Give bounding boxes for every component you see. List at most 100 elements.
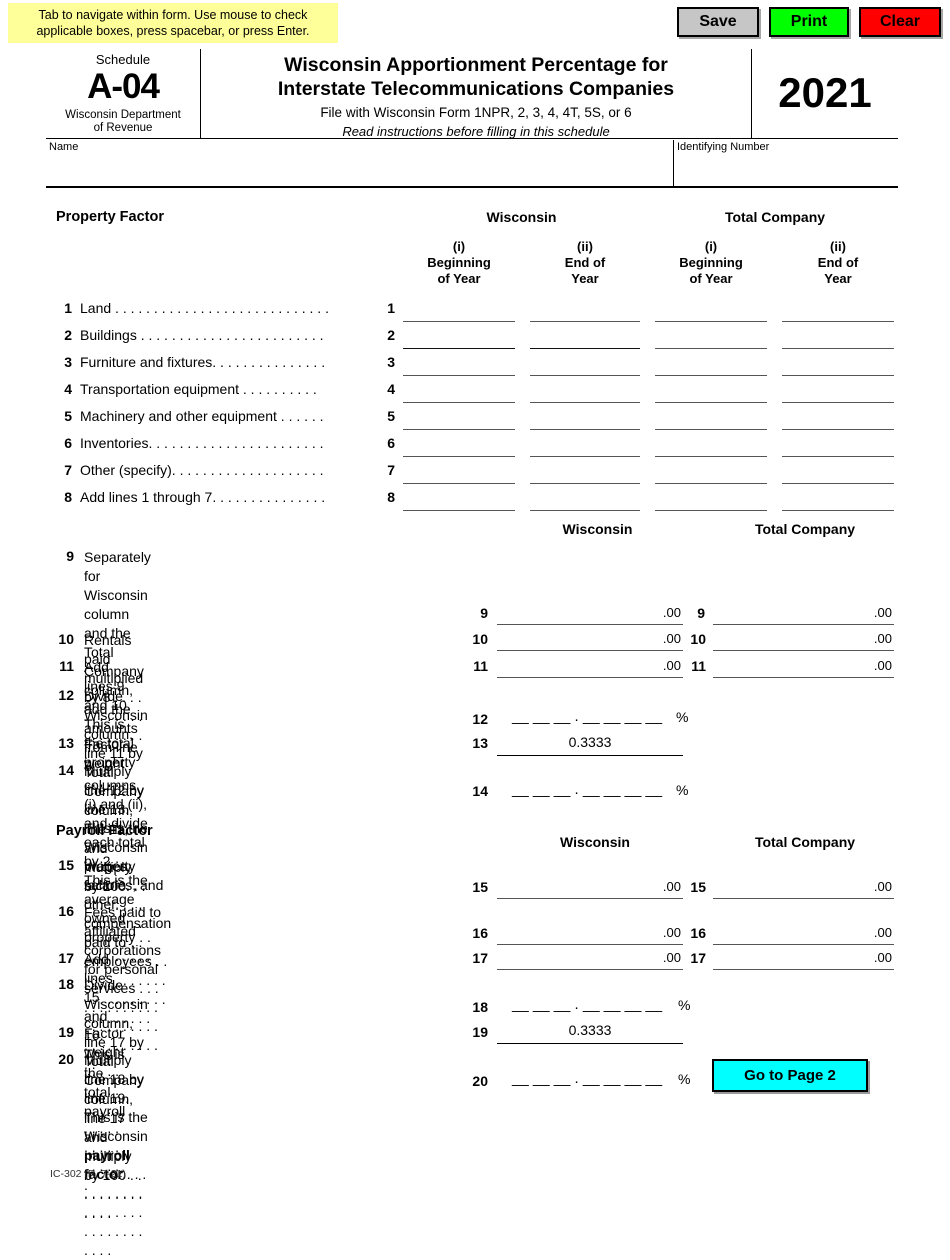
line-15-total-company-cell[interactable]: .00	[713, 876, 894, 899]
line-7-wi-end-input[interactable]	[530, 462, 640, 483]
line-4-tc-end-input[interactable]	[782, 381, 894, 402]
line-2-wi-end-input[interactable]	[530, 327, 640, 348]
line-4-tc-begin-cell[interactable]	[655, 381, 767, 403]
line-4-tc-begin-input[interactable]	[655, 381, 767, 402]
line-1-tc-begin-cell[interactable]	[655, 300, 767, 322]
line-3-tc-end-cell[interactable]	[782, 354, 894, 376]
line-4-wi-begin-input[interactable]	[403, 381, 515, 402]
line-1-tc-begin-input[interactable]	[655, 300, 767, 321]
line-5-tc-end-cell[interactable]	[782, 408, 894, 430]
line-5-tc-begin-cell[interactable]	[655, 408, 767, 430]
line-6-tc-begin-input[interactable]	[655, 435, 767, 456]
line-8-wi-begin-input[interactable]	[403, 489, 515, 510]
line-7-wi-end-cell[interactable]	[530, 462, 640, 484]
line-4-wi-begin-cell[interactable]	[403, 381, 515, 403]
line-4-tc-end-cell[interactable]	[782, 381, 894, 403]
line-1-tc-end-cell[interactable]	[782, 300, 894, 322]
name-input[interactable]	[49, 162, 668, 186]
line-11-wisconsin-cell[interactable]: .00	[497, 655, 683, 678]
line-2-wi-begin-cell[interactable]	[403, 327, 515, 349]
line-17-total-company-cell[interactable]: .00	[713, 947, 894, 970]
line-10-wisconsin-cell[interactable]: .00	[497, 628, 683, 651]
line-3-tc-begin-input[interactable]	[655, 354, 767, 375]
line-9-total-company-input[interactable]	[713, 602, 870, 624]
line-5-wi-end-input[interactable]	[530, 408, 640, 429]
line-8-wi-end-input[interactable]	[530, 489, 640, 510]
line-6-tc-begin-cell[interactable]	[655, 435, 767, 457]
line-20-percent-placeholder[interactable]: __ __ __ . __ __ __ __	[512, 1070, 662, 1087]
line-6-tc-end-input[interactable]	[782, 435, 894, 456]
line-1-wi-end-cell[interactable]	[530, 300, 640, 322]
line-18-percent-field[interactable]: __ __ __ . __ __ __ __	[512, 996, 662, 1013]
line-9-total-company-cell[interactable]: .00	[713, 602, 894, 625]
line-10-total-company-cell[interactable]: .00	[713, 628, 894, 651]
line-2-tc-begin-cell[interactable]	[655, 327, 767, 349]
line-7-tc-begin-cell[interactable]	[655, 462, 767, 484]
line-12-percent-placeholder[interactable]: __ __ __ . __ __ __ __	[512, 708, 662, 725]
line-5-tc-begin-input[interactable]	[655, 408, 767, 429]
line-11-total-company-cell[interactable]: .00	[713, 655, 894, 678]
line-1-tc-end-input[interactable]	[782, 300, 894, 321]
line-17-wisconsin-input[interactable]	[497, 947, 659, 969]
line-4-wi-end-cell[interactable]	[530, 381, 640, 403]
line-6-wi-end-cell[interactable]	[530, 435, 640, 457]
line-7-tc-begin-input[interactable]	[655, 462, 767, 483]
line-10-total-company-input[interactable]	[713, 628, 870, 650]
line-3-wi-end-cell[interactable]	[530, 354, 640, 376]
line-5-wi-end-cell[interactable]	[530, 408, 640, 430]
line-3-wi-begin-cell[interactable]	[403, 354, 515, 376]
line-16-wisconsin-cell[interactable]: .00	[497, 922, 683, 945]
line-11-wisconsin-input[interactable]	[497, 655, 659, 677]
line-6-wi-end-input[interactable]	[530, 435, 640, 456]
line-6-tc-end-cell[interactable]	[782, 435, 894, 457]
clear-button[interactable]: Clear	[859, 7, 941, 37]
line-6-wi-begin-cell[interactable]	[403, 435, 515, 457]
line-9-wisconsin-cell[interactable]: .00	[497, 602, 683, 625]
line-15-wisconsin-input[interactable]	[497, 876, 659, 898]
line-14-percent-field[interactable]: __ __ __ . __ __ __ __	[512, 781, 662, 798]
line-3-wi-begin-input[interactable]	[403, 354, 515, 375]
line-1-wi-end-input[interactable]	[530, 300, 640, 321]
line-5-tc-end-input[interactable]	[782, 408, 894, 429]
line-6-wi-begin-input[interactable]	[403, 435, 515, 456]
line-12-percent-field[interactable]: __ __ __ . __ __ __ __	[512, 708, 662, 725]
line-16-total-company-cell[interactable]: .00	[713, 922, 894, 945]
line-1-wi-begin-input[interactable]	[403, 300, 515, 321]
line-15-total-company-input[interactable]	[713, 876, 870, 898]
line-7-tc-end-cell[interactable]	[782, 462, 894, 484]
line-2-wi-end-cell[interactable]	[530, 327, 640, 349]
line-9-wisconsin-input[interactable]	[497, 602, 659, 624]
line-5-wi-begin-cell[interactable]	[403, 408, 515, 430]
line-11-total-company-input[interactable]	[713, 655, 870, 677]
line-8-tc-end-cell[interactable]	[782, 489, 894, 511]
line-7-tc-end-input[interactable]	[782, 462, 894, 483]
line-14-percent-placeholder[interactable]: __ __ __ . __ __ __ __	[512, 781, 662, 798]
line-17-total-company-input[interactable]	[713, 947, 870, 969]
save-button[interactable]: Save	[677, 7, 759, 37]
line-7-wi-begin-cell[interactable]	[403, 462, 515, 484]
line-15-wisconsin-cell[interactable]: .00	[497, 876, 683, 899]
line-16-total-company-input[interactable]	[713, 922, 870, 944]
line-7-wi-begin-input[interactable]	[403, 462, 515, 483]
line-2-tc-begin-input[interactable]	[655, 327, 767, 348]
line-8-wi-begin-cell[interactable]	[403, 489, 515, 511]
line-8-tc-begin-cell[interactable]	[655, 489, 767, 511]
line-17-wisconsin-cell[interactable]: .00	[497, 947, 683, 970]
line-16-wisconsin-input[interactable]	[497, 922, 659, 944]
line-10-wisconsin-input[interactable]	[497, 628, 659, 650]
identifying-number-input[interactable]	[677, 162, 893, 186]
line-8-tc-begin-input[interactable]	[655, 489, 767, 510]
line-8-tc-end-input[interactable]	[782, 489, 894, 510]
line-5-wi-begin-input[interactable]	[403, 408, 515, 429]
line-3-wi-end-input[interactable]	[530, 354, 640, 375]
line-2-wi-begin-input[interactable]	[403, 327, 515, 348]
line-2-tc-end-input[interactable]	[782, 327, 894, 348]
print-button[interactable]: Print	[769, 7, 849, 37]
line-1-wi-begin-cell[interactable]	[403, 300, 515, 322]
line-3-tc-begin-cell[interactable]	[655, 354, 767, 376]
line-4-wi-end-input[interactable]	[530, 381, 640, 402]
go-to-page-2-button[interactable]: Go to Page 2	[712, 1059, 868, 1092]
line-2-tc-end-cell[interactable]	[782, 327, 894, 349]
line-20-percent-field[interactable]: __ __ __ . __ __ __ __	[512, 1070, 662, 1087]
line-8-wi-end-cell[interactable]	[530, 489, 640, 511]
